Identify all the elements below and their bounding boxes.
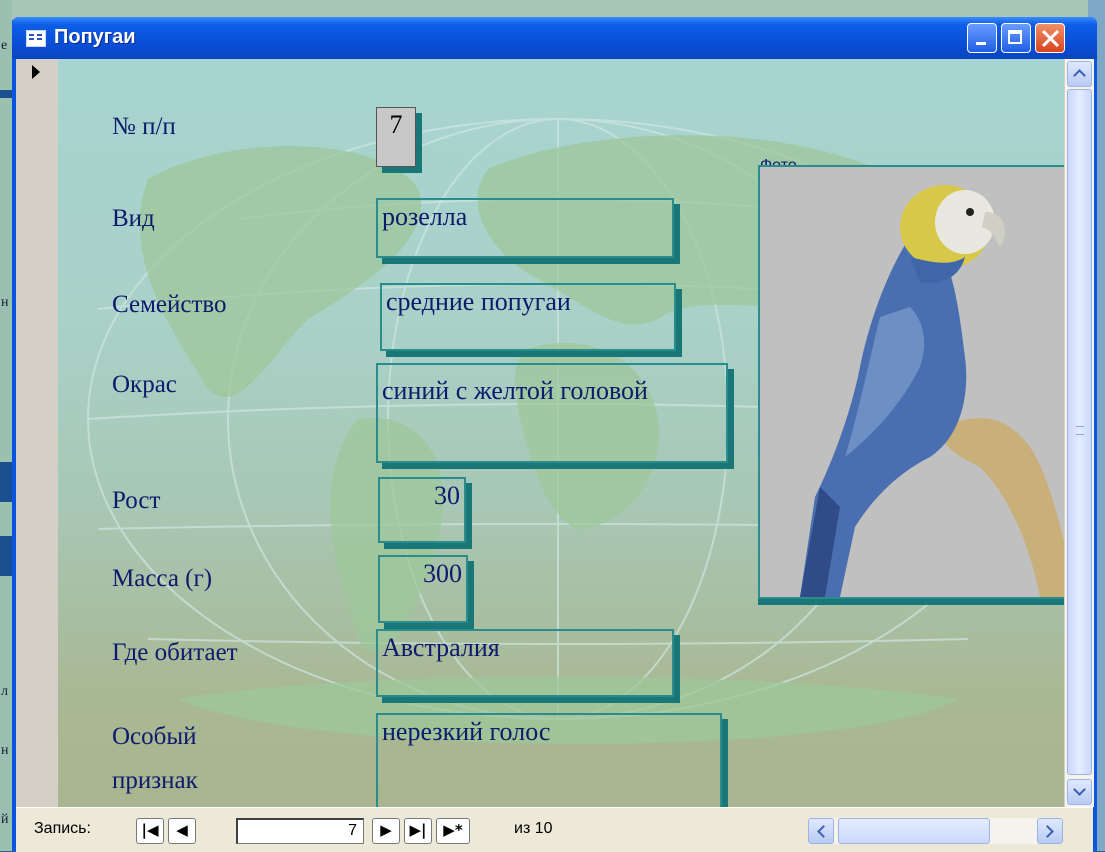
background-window-left: е н л н й [0,0,12,851]
field-height[interactable]: 30 [378,477,466,543]
field-color[interactable]: синий с желтой головой [376,363,728,463]
field-mass[interactable]: 300 [378,555,468,623]
scroll-down-button[interactable] [1067,779,1092,805]
field-family[interactable]: средние попугаи [380,283,676,351]
photo-frame[interactable] [758,165,1064,599]
field-special-feature[interactable]: нерезкий голос [376,713,722,807]
background-text: л [1,684,8,699]
field-label-special-feature: Особый признак [112,723,198,794]
field-label-species: Вид [112,205,155,232]
field-habitat[interactable]: Австралия [376,629,674,697]
field-label-color: Окрас [112,371,177,398]
field-number[interactable]: 7 [376,107,416,167]
vertical-scroll-thumb[interactable] [1067,89,1092,775]
record-selector-icon [32,65,40,79]
current-record-input[interactable]: 7 [236,818,364,844]
record-label: Запись: [34,820,91,837]
background-divider [0,462,12,502]
field-label-number: № п/п [112,113,176,140]
background-divider [0,536,12,576]
form-client: № п/п 7 Вид розелла Семейство средние по… [16,59,1094,852]
form-window: Попугаи № п/п 7 Вид розелла Семейство ср… [12,17,1097,852]
title-bar[interactable]: Попугаи [12,17,1097,59]
record-count: из 10 [514,820,553,837]
window-title: Попугаи [54,26,136,48]
minimize-button[interactable] [967,23,997,53]
parrot-image [800,185,1064,597]
record-selector[interactable] [16,59,59,807]
field-label-mass: Масса (г) [112,565,213,592]
scroll-up-button[interactable] [1067,61,1092,87]
field-species[interactable]: розелла [376,198,674,258]
horizontal-scrollbar[interactable] [808,818,1063,844]
background-text: й [1,812,9,827]
next-record-button[interactable]: ▶ [372,818,400,844]
record-navigation-bar: Запись: |◀ ◀ 7 ▶ ▶| ▶* из 10 [16,807,1093,852]
maximize-button[interactable] [1001,23,1031,53]
field-label-height: Рост [112,487,161,514]
form-icon[interactable] [26,30,46,47]
field-label-habitat: Где обитает [112,639,238,666]
background-text: н [1,743,9,758]
background-text: н [1,295,9,310]
scroll-right-button[interactable] [1037,818,1063,844]
field-label-family: Семейство [112,291,227,318]
background-divider [0,90,12,98]
new-record-button[interactable]: ▶* [436,818,470,844]
background-text: е [1,38,8,53]
form-detail-section: № п/п 7 Вид розелла Семейство средние по… [58,59,1064,807]
previous-record-button[interactable]: ◀ [168,818,196,844]
close-button[interactable] [1035,23,1065,53]
scroll-left-button[interactable] [808,818,834,844]
vertical-scrollbar[interactable] [1064,59,1094,807]
last-record-button[interactable]: ▶| [404,818,432,844]
first-record-button[interactable]: |◀ [136,818,164,844]
horizontal-scroll-thumb[interactable] [838,818,990,844]
